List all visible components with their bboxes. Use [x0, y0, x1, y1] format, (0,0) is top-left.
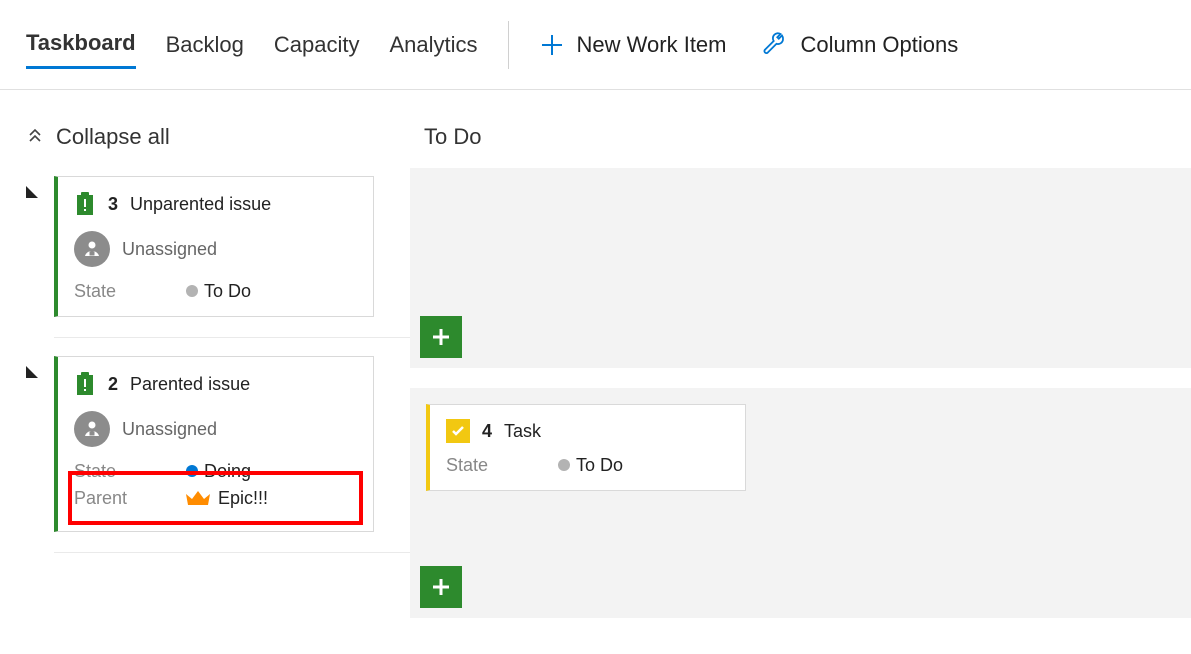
unassigned-avatar-icon: [74, 411, 110, 447]
column-options-button[interactable]: Column Options: [761, 31, 959, 59]
issue-icon: [74, 191, 96, 217]
assignee-row[interactable]: Unassigned: [74, 231, 355, 267]
state-value: Doing: [186, 461, 251, 482]
card-title: Parented issue: [130, 374, 250, 395]
group-separator: [54, 552, 410, 553]
card-task[interactable]: 4 Task State To Do: [426, 404, 746, 491]
unassigned-avatar-icon: [74, 231, 110, 267]
board: Collapse all 3 Unparented issue: [0, 90, 1191, 638]
collapse-icon: [26, 124, 44, 150]
tab-capacity[interactable]: Capacity: [274, 22, 360, 68]
group-toggle[interactable]: [26, 356, 54, 532]
group-toggle[interactable]: [26, 176, 54, 317]
state-dot-icon: [186, 285, 198, 297]
tab-backlog[interactable]: Backlog: [166, 22, 244, 68]
task-icon: [446, 419, 470, 443]
column-header-todo: To Do: [410, 90, 1191, 168]
parent-value[interactable]: Epic!!!: [186, 488, 268, 509]
add-card-button[interactable]: [420, 566, 462, 608]
collapse-all-label: Collapse all: [56, 124, 170, 150]
state-row: State To Do: [74, 281, 355, 302]
backlog-column: Collapse all 3 Unparented issue: [0, 90, 410, 638]
card-id: 4: [482, 421, 492, 442]
state-dot-icon: [558, 459, 570, 471]
state-value: To Do: [558, 455, 623, 476]
tab-analytics[interactable]: Analytics: [390, 22, 478, 68]
assignee-row[interactable]: Unassigned: [74, 411, 355, 447]
new-work-item-label: New Work Item: [577, 32, 727, 58]
lane-unparented[interactable]: [410, 168, 1191, 368]
toolbar-actions: New Work Item Column Options: [539, 31, 959, 59]
new-work-item-button[interactable]: New Work Item: [539, 32, 727, 58]
state-value: To Do: [186, 281, 251, 302]
column-options-label: Column Options: [801, 32, 959, 58]
assignee-label: Unassigned: [122, 419, 217, 440]
crown-icon: [186, 490, 210, 508]
collapse-all-button[interactable]: Collapse all: [26, 124, 410, 150]
group-unparented: 3 Unparented issue Unassigned State To D…: [26, 176, 410, 317]
state-dot-icon: [186, 465, 198, 477]
state-label: State: [74, 281, 174, 302]
tabs: Taskboard Backlog Capacity Analytics: [26, 20, 478, 69]
state-row: State Doing: [74, 461, 355, 482]
lane-parented[interactable]: 4 Task State To Do: [410, 388, 1191, 618]
card-unparented[interactable]: 3 Unparented issue Unassigned State To D…: [54, 176, 374, 317]
group-separator: [54, 337, 410, 338]
parent-label: Parent: [74, 488, 174, 509]
state-label: State: [446, 455, 546, 476]
tab-taskboard[interactable]: Taskboard: [26, 20, 136, 69]
wrench-icon: [761, 31, 789, 59]
assignee-label: Unassigned: [122, 239, 217, 260]
issue-icon: [74, 371, 96, 397]
state-row: State To Do: [446, 455, 727, 476]
card-title: Unparented issue: [130, 194, 271, 215]
plus-icon: [539, 32, 565, 58]
card-parented[interactable]: 2 Parented issue Unassigned State Doing …: [54, 356, 374, 532]
card-id: 3: [108, 194, 118, 215]
state-label: State: [74, 461, 174, 482]
card-id: 2: [108, 374, 118, 395]
todo-column: To Do 4 Task State To Do: [410, 90, 1191, 638]
parent-row: Parent Epic!!!: [74, 488, 355, 509]
toolbar-divider: [508, 21, 509, 69]
toolbar: Taskboard Backlog Capacity Analytics New…: [0, 0, 1191, 90]
card-title: Task: [504, 421, 541, 442]
add-card-button[interactable]: [420, 316, 462, 358]
group-parented: 2 Parented issue Unassigned State Doing …: [26, 356, 410, 532]
